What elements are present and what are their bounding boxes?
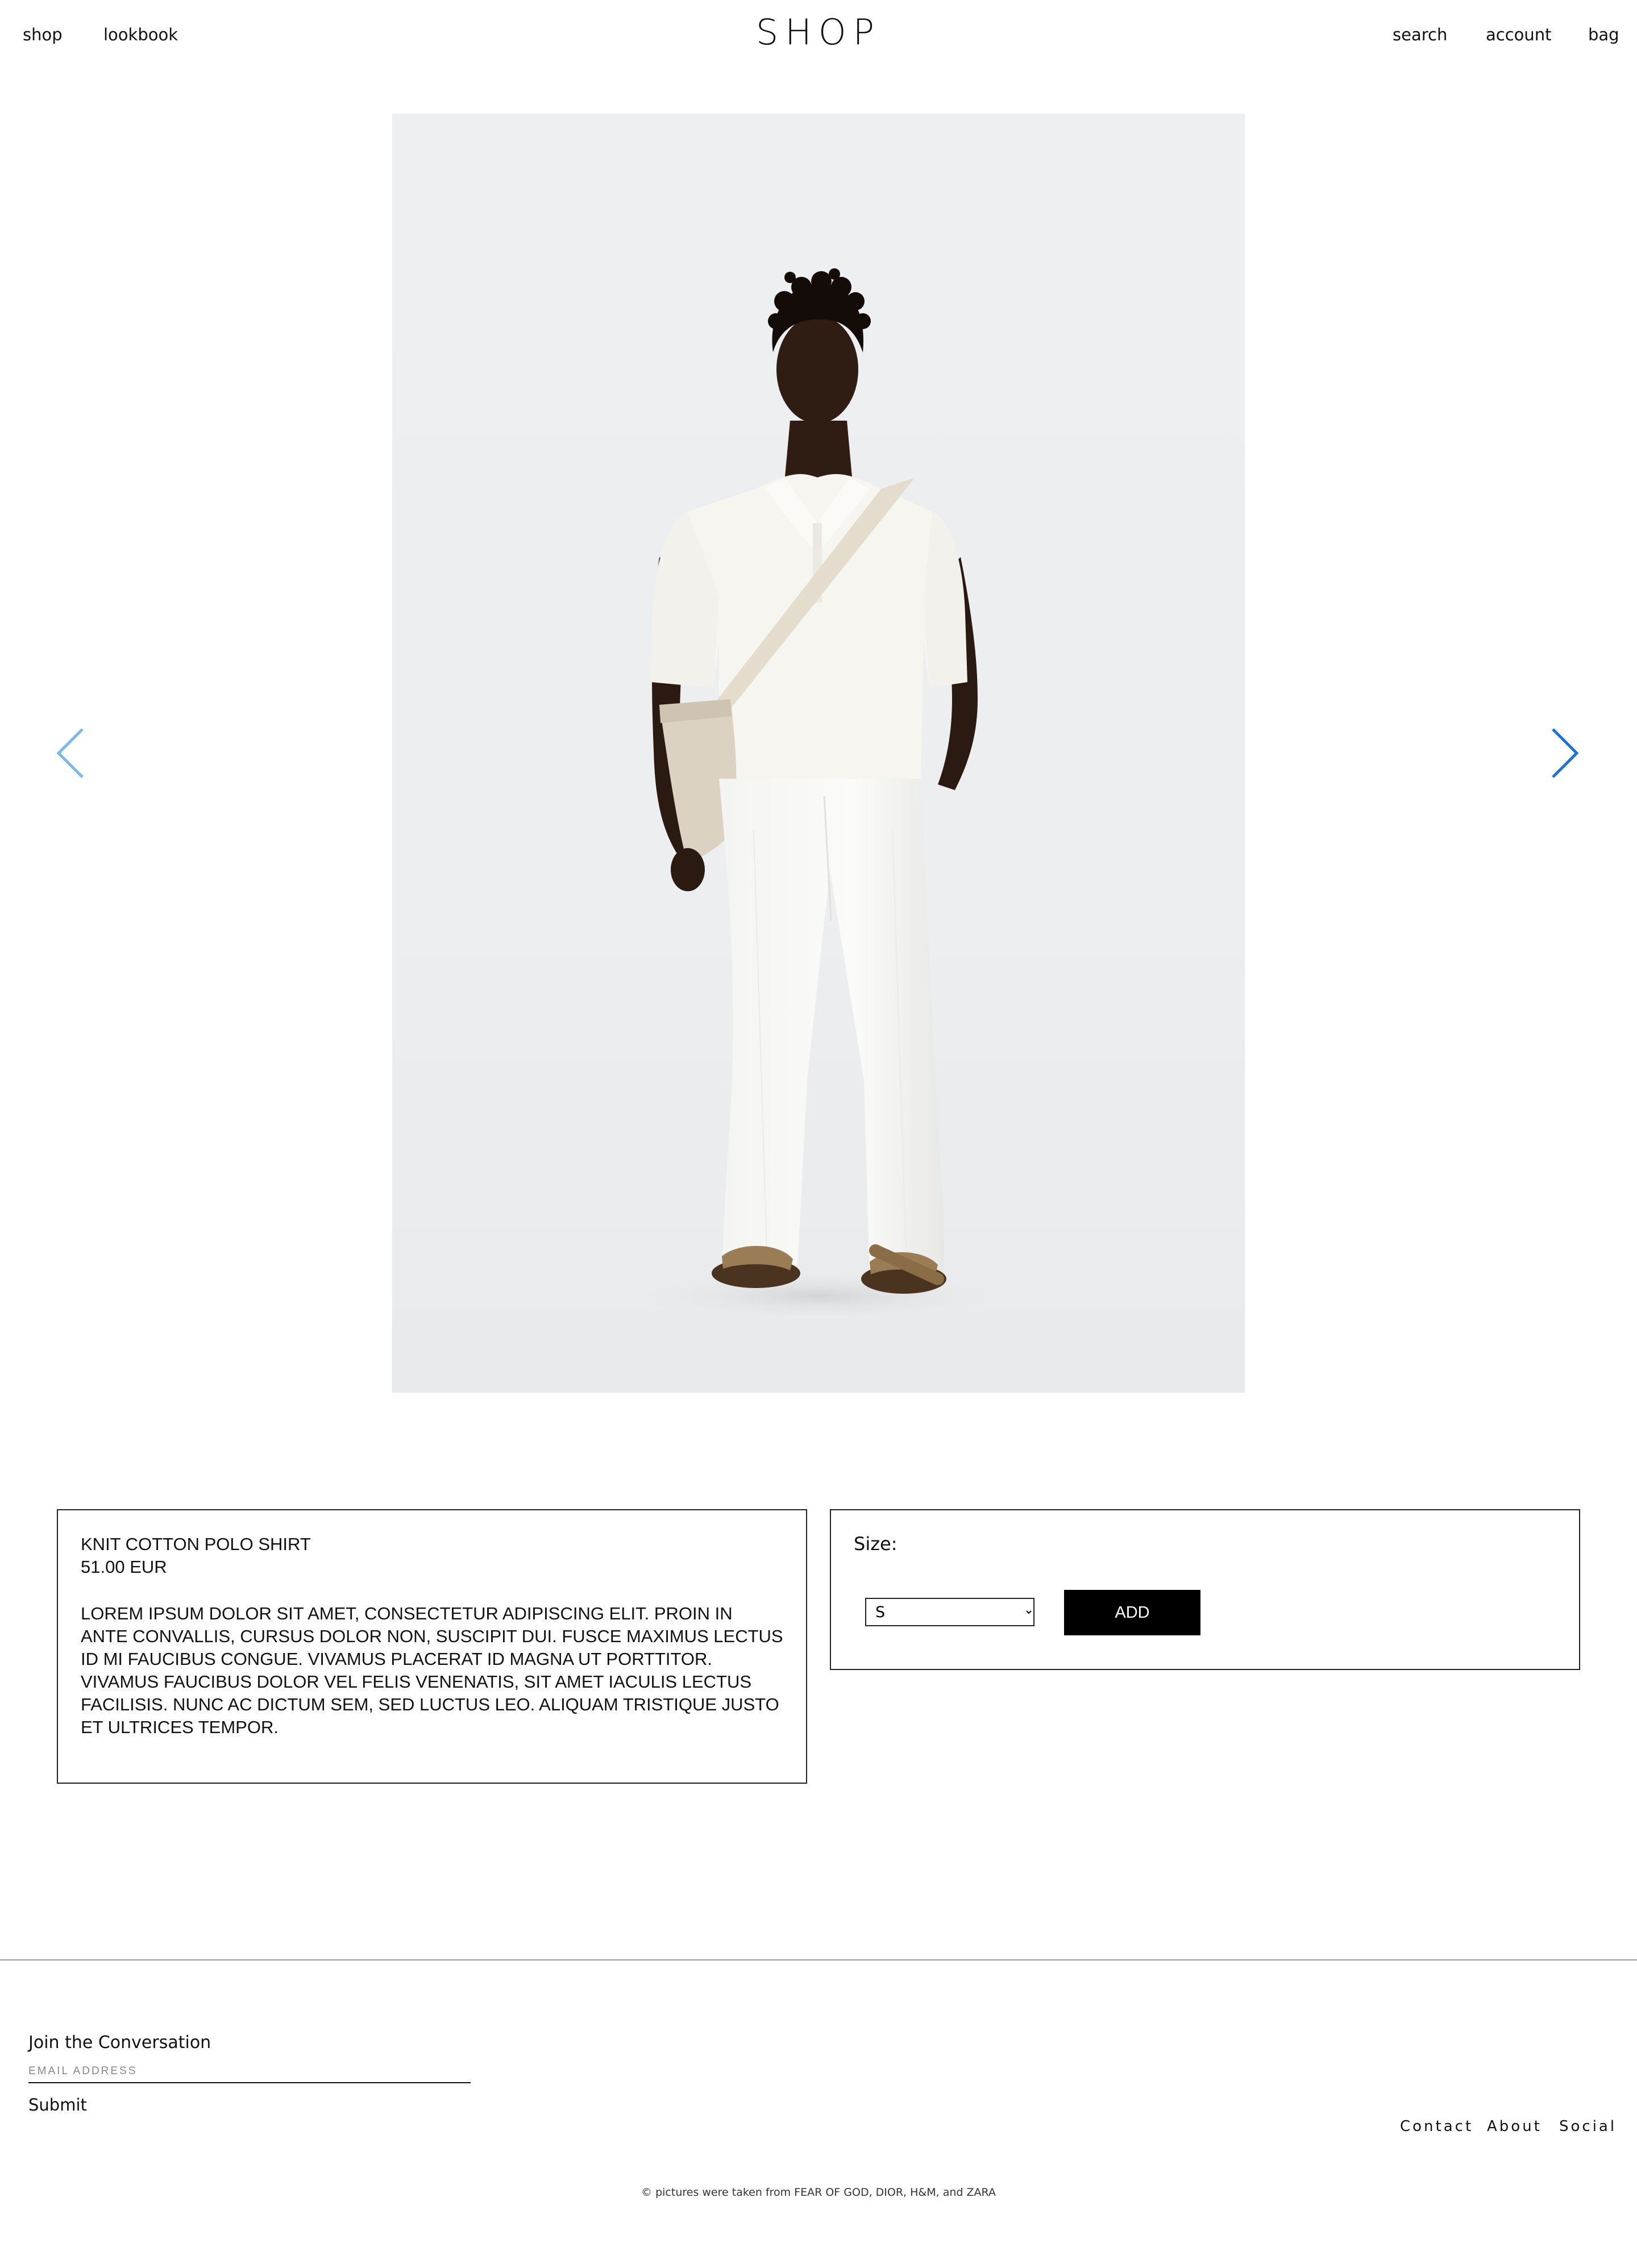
size-label: Size: bbox=[854, 1533, 898, 1555]
newsletter-title: Join the Conversation bbox=[28, 2033, 211, 2053]
footer-link-contact[interactable]: Contact bbox=[1400, 2118, 1473, 2135]
chevron-right-icon[interactable] bbox=[1547, 725, 1581, 782]
nav-account[interactable]: account bbox=[1486, 25, 1552, 44]
product-image bbox=[392, 114, 1245, 1393]
model-photo bbox=[637, 268, 1000, 1322]
footer-link-about[interactable]: About bbox=[1487, 2118, 1542, 2135]
footer-link-social[interactable]: Social bbox=[1559, 2118, 1617, 2135]
product-name: KNIT COTTON POLO SHIRT bbox=[81, 1534, 311, 1554]
product-description: LOREM IPSUM DOLOR SIT AMET, CONSECTETUR … bbox=[81, 1604, 783, 1737]
size-select[interactable]: S bbox=[865, 1598, 1034, 1626]
product-price: 51.00 EUR bbox=[81, 1557, 167, 1577]
nav-search[interactable]: search bbox=[1393, 25, 1447, 44]
product-info-box: KNIT COTTON POLO SHIRT 51.00 EUR LOREM I… bbox=[57, 1509, 807, 1784]
chevron-left-icon[interactable] bbox=[54, 725, 88, 782]
nav-bag[interactable]: bag bbox=[1588, 25, 1619, 44]
purchase-box: Size: S ADD bbox=[830, 1509, 1580, 1670]
email-field[interactable] bbox=[28, 2061, 471, 2083]
footer-divider bbox=[0, 1959, 1637, 1960]
image-credits: © pictures were taken from FEAR OF GOD, … bbox=[641, 2186, 996, 2199]
submit-button[interactable]: Submit bbox=[28, 2095, 87, 2115]
add-to-bag-button[interactable]: ADD bbox=[1064, 1590, 1200, 1635]
site-logo[interactable]: SHOP bbox=[0, 11, 1637, 53]
